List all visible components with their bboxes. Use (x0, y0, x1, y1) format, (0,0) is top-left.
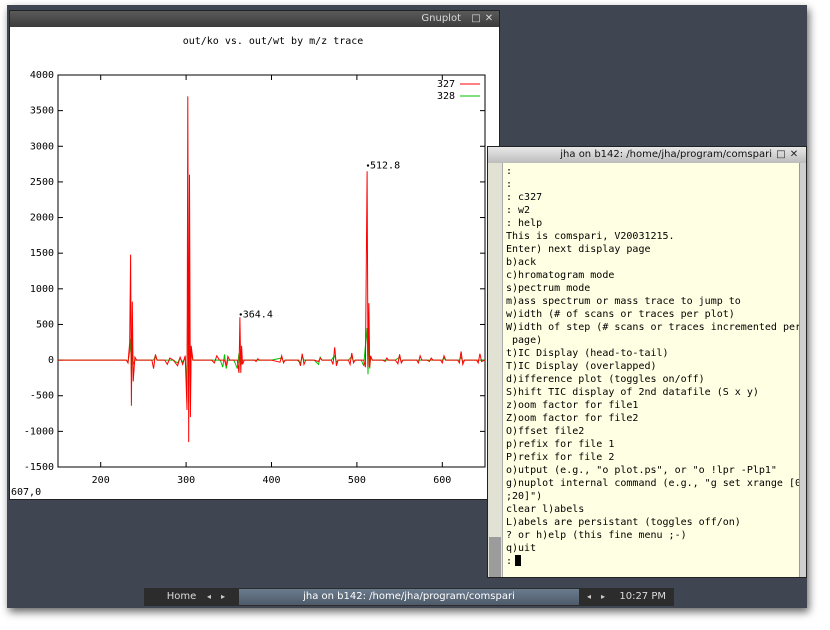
terminal-line: : (506, 166, 513, 177)
x-tick-label: 500 (348, 475, 366, 486)
terminal-line: P)refix for file 2 (506, 452, 615, 463)
y-tick-label: 2500 (30, 177, 54, 188)
annotation-label: 364.4 (243, 309, 273, 320)
chart-title: out/ko vs. out/wt by m/z trace (183, 36, 364, 47)
terminal-line: This is comspari, V20031215. (506, 231, 675, 242)
terminal-line: T)IC Display (overlapped) (506, 361, 657, 372)
terminal-line: s)pectrum mode (506, 283, 591, 294)
terminal-line: d)ifference plot (toggles on/off) (506, 374, 705, 385)
terminal-line: O)ffset file2 (506, 426, 585, 437)
terminal-line: page) (506, 335, 543, 346)
terminal-line: Enter) next display page (506, 244, 651, 255)
plot-canvas: out/ko vs. out/wt by m/z trace -1500 -100… (10, 28, 499, 499)
y-tick-label: 1000 (30, 284, 54, 295)
x-tick-label: 600 (433, 475, 451, 486)
terminal-line: w)idth (# of scans or traces per plot) (506, 309, 735, 320)
y-tick-label: 3500 (30, 106, 54, 117)
x-tick-label: 400 (262, 475, 280, 486)
y-tick-label: 2000 (30, 213, 54, 224)
y-tick-label: -500 (30, 391, 54, 402)
terminal-line: z)oom factor for file1 (506, 400, 639, 411)
y-tick-label: 3000 (30, 141, 54, 152)
plot-frame (57, 74, 486, 468)
series-line-327 (58, 96, 486, 443)
terminal-line: : (506, 179, 513, 190)
terminal-line: b)ack (506, 257, 537, 268)
legend-label: 328 (437, 91, 455, 102)
close-icon[interactable]: ✕ (789, 150, 799, 160)
legend-label: 327 (437, 79, 455, 90)
terminal-line: : c327 (506, 192, 543, 203)
prev-desktop-icon[interactable]: ◂ (207, 588, 211, 606)
window-resize-edge[interactable] (799, 163, 806, 577)
terminal-line: clear l)abels (506, 504, 585, 515)
annotation-marker (239, 313, 242, 316)
terminal-body[interactable]: ::: c327: w2: help This is comspari, V200… (488, 163, 800, 577)
y-tick-label: 0 (48, 355, 54, 366)
taskbar: Home ◂ ▸ jha on b142: /home/jha/program/… (144, 588, 674, 606)
terminal-line: g)nuplot internal command (e.g., "g set … (506, 478, 800, 489)
terminal-line: q)uit (506, 543, 537, 554)
terminal-prompt-line[interactable]: : (506, 555, 800, 568)
annotation-marker (366, 164, 370, 167)
x-tick-label: 300 (177, 475, 195, 486)
terminal-window[interactable]: jha on b142: /home/jha/program/comspari … (487, 146, 807, 578)
terminal-line: : help (506, 218, 543, 229)
y-tick-label: 1500 (30, 248, 54, 259)
gnuplot-titlebar[interactable]: Gnuplot □ ✕ (10, 11, 499, 27)
maximize-icon[interactable]: □ (776, 150, 786, 160)
terminal-line: : w2 (506, 205, 531, 216)
text-cursor (515, 555, 522, 566)
taskbar-item-terminal[interactable]: jha on b142: /home/jha/program/comspari (239, 589, 579, 605)
y-tick-label: -1500 (24, 462, 54, 473)
terminal-line: m)ass spectrum or mass trace to jump to (506, 296, 741, 307)
series-line-328 (58, 267, 485, 403)
next-task-icon[interactable]: ▸ (601, 588, 605, 606)
terminal-output[interactable]: ::: c327: w2: help This is comspari, V200… (506, 165, 800, 568)
terminal-window-title: jha on b142: /home/jha/program/comspari (560, 149, 772, 160)
gnuplot-window-title: Gnuplot (421, 13, 461, 24)
mouse-coordinate-readout: 607,0 (11, 487, 41, 498)
terminal-line: p)refix for file 1 (506, 439, 615, 450)
terminal-scrollbar[interactable] (488, 163, 503, 577)
terminal-titlebar[interactable]: jha on b142: /home/jha/program/comspari … (488, 147, 806, 163)
scrollbar-thumb[interactable] (489, 537, 501, 577)
y-tick-label: 500 (36, 319, 54, 330)
annotation-label: 512.8 (370, 161, 400, 172)
close-icon[interactable]: ✕ (484, 14, 494, 24)
gnuplot-window[interactable]: Gnuplot □ ✕ out/ko vs. out/wt by m/z tra… (9, 10, 500, 500)
terminal-line: ? or h)elp (this fine menu ;-) (506, 530, 687, 541)
terminal-line: c)hromatogram mode (506, 270, 615, 281)
terminal-line: t)IC Display (head-to-tail) (506, 348, 669, 359)
maximize-icon[interactable]: □ (471, 14, 481, 24)
terminal-line: Z)oom factor for file2 (506, 413, 639, 424)
y-tick-label: -1000 (24, 426, 54, 437)
terminal-line: o)utput (e.g., "o plot.ps", or "o !lpr -… (506, 465, 777, 476)
next-desktop-icon[interactable]: ▸ (221, 588, 225, 606)
x-tick-label: 200 (92, 475, 110, 486)
terminal-line: S)hift TIC display of 2nd datafile (S x … (506, 387, 759, 398)
terminal-prompt: : (506, 556, 513, 567)
chart-svg: out/ko vs. out/wt by m/z trace -1500 -100… (11, 36, 486, 498)
terminal-line: ;20]") (506, 491, 543, 502)
y-tick-label: 4000 (30, 70, 54, 81)
terminal-line: W)idth of step (# scans or traces increm… (506, 322, 800, 333)
taskbar-clock: 10:27 PM (619, 591, 666, 602)
prev-task-icon[interactable]: ◂ (587, 588, 591, 606)
terminal-line: L)abels are persistant (toggles off/on) (506, 517, 741, 528)
